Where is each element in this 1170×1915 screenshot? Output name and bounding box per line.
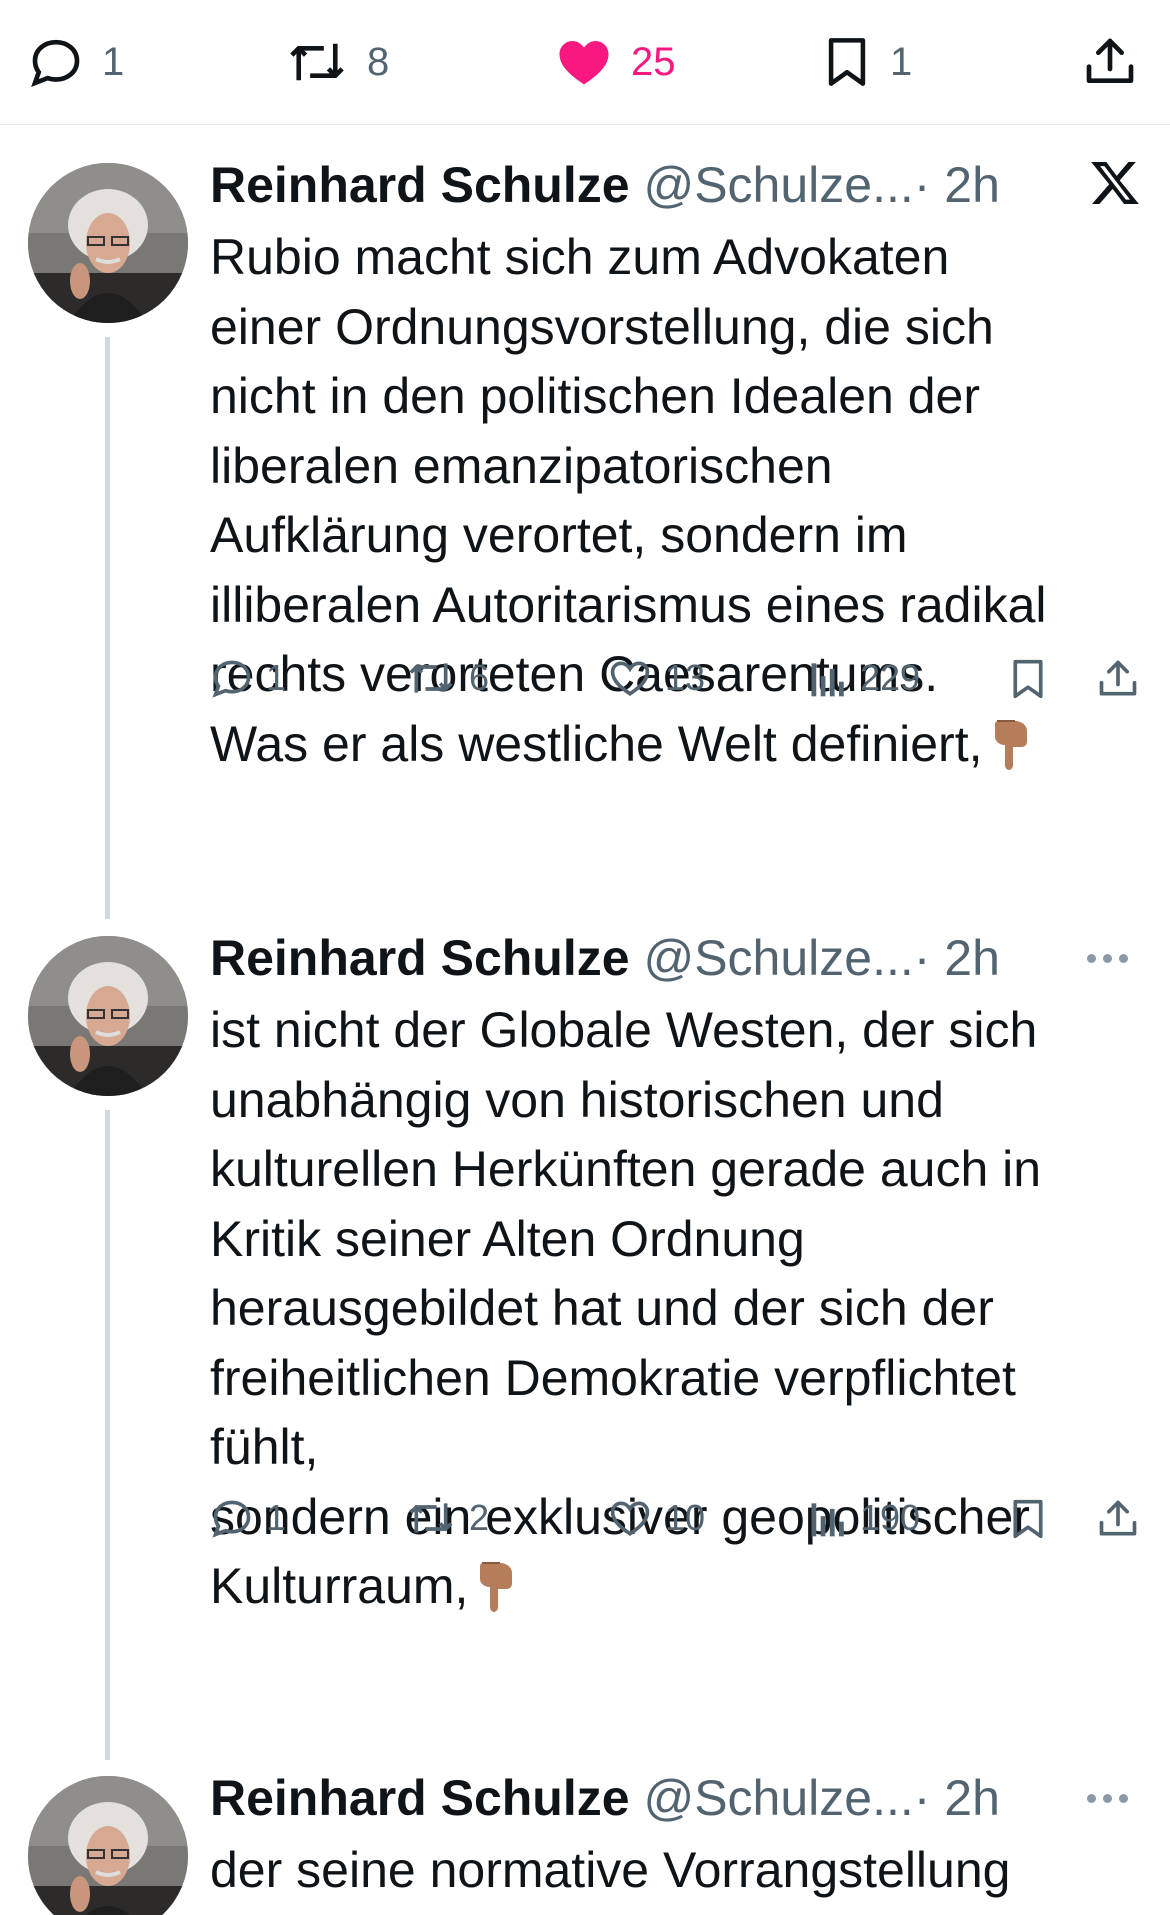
tweet-text: der seine normative Vorrangstellung (210, 1842, 1011, 1898)
reply-icon (31, 39, 80, 88)
heart-icon (610, 661, 650, 696)
reply-count: 1 (102, 39, 125, 84)
x-logo-icon (1088, 157, 1142, 214)
tweet-actions: 1 6 13 229 (0, 650, 1170, 710)
avatar[interactable] (28, 1776, 188, 1915)
views-button[interactable]: 229 (808, 656, 920, 700)
tweet-header: Reinhard Schulze @Schulze...· 2h (210, 928, 1020, 988)
reply-count: 1 (266, 657, 287, 698)
timestamp[interactable]: · 2h (914, 930, 1000, 986)
repost-icon (409, 663, 453, 693)
bookmark-count: 1 (890, 39, 913, 84)
tweet[interactable]: Reinhard Schulze @Schulze...· 2h ist nic… (0, 898, 1170, 1760)
avatar[interactable] (28, 936, 188, 1096)
repost-icon (290, 43, 344, 81)
more-options-icon[interactable] (1087, 954, 1128, 963)
views-count: 190 (860, 1497, 921, 1538)
bookmark-icon (1013, 1499, 1043, 1539)
timestamp[interactable]: · 2h (914, 157, 1000, 213)
heart-icon (610, 1501, 650, 1536)
avatar[interactable] (28, 163, 188, 323)
bookmark-button[interactable] (1008, 656, 1048, 702)
reply-icon (212, 660, 251, 698)
like-button[interactable]: 13 (607, 656, 705, 700)
repost-icon (409, 1503, 453, 1533)
repost-button[interactable]: 8 (285, 34, 389, 90)
main-tweet-action-bar: 1 8 25 1 (0, 0, 1170, 125)
author-handle[interactable]: @Schulze... (643, 1770, 913, 1826)
heart-filled-icon (559, 41, 609, 85)
reply-button[interactable]: 1 (28, 34, 124, 90)
repost-button[interactable]: 6 (405, 656, 489, 700)
reply-icon (212, 1500, 251, 1538)
repost-button[interactable]: 2 (405, 1496, 489, 1540)
bookmark-icon (1013, 659, 1043, 699)
repost-count: 6 (469, 657, 490, 698)
share-button[interactable] (1096, 1496, 1140, 1542)
views-chart-icon (811, 663, 844, 697)
thread-line (105, 337, 110, 919)
like-button[interactable]: 25 (555, 34, 676, 90)
tweet-header: Reinhard Schulze @Schulze...· 2h (210, 155, 1020, 215)
reply-button[interactable]: 1 (210, 1496, 286, 1540)
share-button[interactable] (1082, 34, 1138, 90)
author-handle[interactable]: @Schulze... (643, 930, 913, 986)
bookmark-button[interactable]: 1 (822, 34, 912, 90)
tweet-header: Reinhard Schulze @Schulze...· 2h (210, 1768, 1020, 1828)
like-count: 10 (665, 1497, 706, 1538)
views-count: 229 (860, 657, 921, 698)
reply-button[interactable]: 1 (210, 656, 286, 700)
timestamp[interactable]: · 2h (914, 1770, 1000, 1826)
views-button[interactable]: 190 (808, 1496, 920, 1540)
repost-count: 8 (367, 39, 390, 84)
author-name[interactable]: Reinhard Schulze (210, 930, 630, 986)
tweet-actions: 1 2 10 190 (0, 1490, 1170, 1550)
like-count: 13 (665, 657, 706, 698)
like-count: 25 (631, 39, 676, 84)
share-icon (1099, 1500, 1137, 1536)
tweet[interactable]: Reinhard Schulze @Schulze...· 2h Rubio m… (0, 125, 1170, 919)
tweet[interactable]: Reinhard Schulze @Schulze...· 2h der sei… (0, 1738, 1170, 1915)
share-icon (1086, 38, 1134, 83)
share-button[interactable] (1096, 656, 1140, 702)
reply-count: 1 (266, 1497, 287, 1538)
pointing-down-emoji-icon (989, 715, 1033, 790)
views-chart-icon (811, 1503, 844, 1537)
repost-count: 2 (469, 1497, 490, 1538)
author-handle[interactable]: @Schulze... (643, 157, 913, 213)
bookmark-button[interactable] (1008, 1496, 1048, 1542)
pointing-down-emoji-icon (474, 1557, 518, 1632)
author-name[interactable]: Reinhard Schulze (210, 157, 630, 213)
share-icon (1099, 660, 1137, 696)
bookmark-icon (828, 38, 866, 86)
like-button[interactable]: 10 (607, 1496, 705, 1540)
thread-line (105, 1110, 110, 1760)
author-name[interactable]: Reinhard Schulze (210, 1770, 630, 1826)
more-options-icon[interactable] (1087, 1794, 1128, 1803)
